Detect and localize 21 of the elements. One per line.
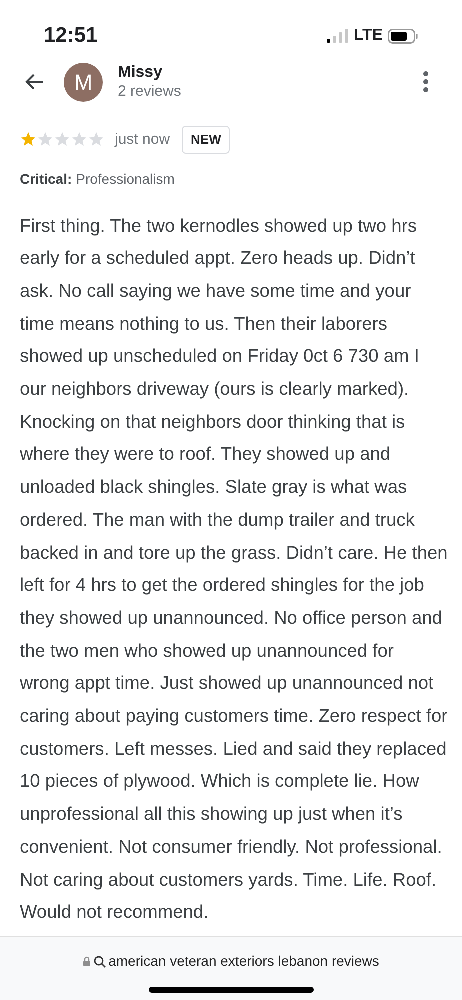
search-icon <box>94 956 106 968</box>
star-icon <box>88 131 105 148</box>
star-icon <box>71 131 88 148</box>
avatar: M <box>64 62 103 102</box>
reviewer-name: Missy <box>118 62 164 83</box>
new-badge: NEW <box>182 126 230 154</box>
review-count: 2 reviews <box>118 82 182 102</box>
battery-icon <box>388 28 418 44</box>
more-options-icon[interactable] <box>423 71 429 93</box>
address-bar-text[interactable]: american veteran exteriors lebanon reviews <box>108 951 380 972</box>
review-text: First thing. The two kernodles showed up two hrs early for a scheduled appt. Zero heads up. Didn’t ask. No call saying we have some time and your time means nothing to us. Then their laborers showed up unscheduled on Friday 0ct 6 730 am I our neighbors driveway (ours is clearly marked). Knocking on that neighbors door thinking that is where they were to roof. They showed up and unloaded black shingles. Slate gray is what was ordered. The man with the dump trailer and truck backed in and tore up the grass. Didn’t care. He then left for 4 hrs to get the ordered shingles for the job they showed up unannounced. No office person and the two men who showed up unannounced for wrong appt time. Just showed up unannounced not caring about paying customers time. Zero respect for customers. Left messes. Lied and said they replaced 10 pieces of plywood. Which is complete lie. How unprofessional all this showing up just when it’s convenient. Not consumer friendly. Not professional. Not caring about customers yards. Time. Life. Roof. Would not recommend. <box>20 214 448 924</box>
lock-icon <box>82 956 91 967</box>
star-icon <box>20 131 37 148</box>
star-icon <box>37 131 54 148</box>
critical-value: Professionalism <box>76 170 175 188</box>
signal-icon <box>326 29 349 43</box>
status-time: 12:51 <box>44 23 98 50</box>
critical-label: Critical: <box>20 170 72 188</box>
network-label: LTE <box>354 26 383 46</box>
star-icon <box>54 131 71 148</box>
review-time: just now <box>115 130 170 150</box>
